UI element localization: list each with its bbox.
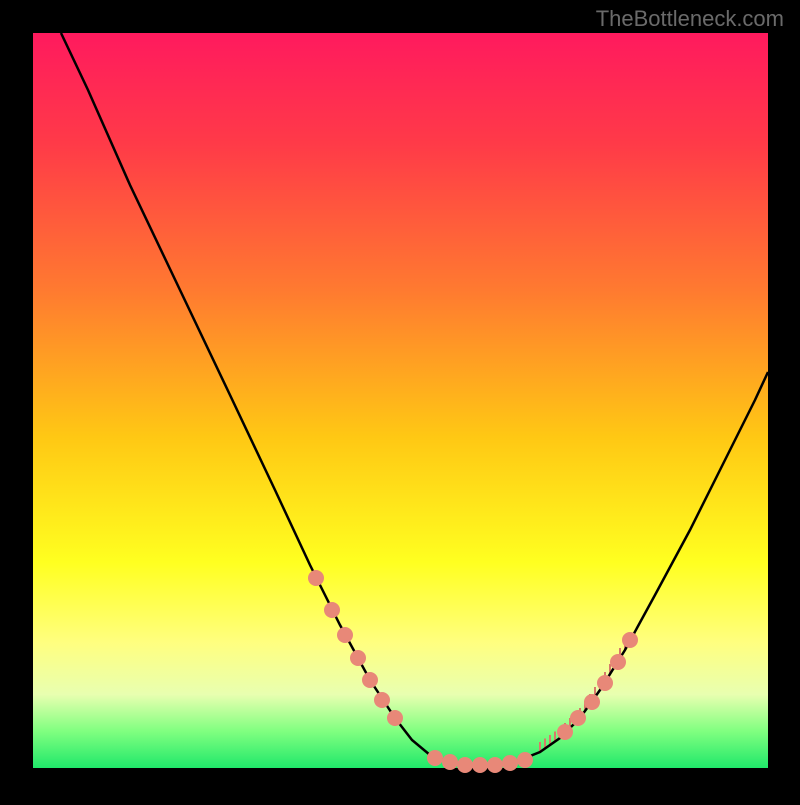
data-point <box>597 675 613 691</box>
data-point <box>502 755 518 771</box>
data-point <box>442 754 458 770</box>
watermark-text: TheBottleneck.com <box>596 6 784 32</box>
chart-svg <box>0 0 800 800</box>
data-point <box>362 672 378 688</box>
data-point <box>350 650 366 666</box>
data-point <box>557 724 573 740</box>
data-point <box>517 752 533 768</box>
data-point <box>374 692 390 708</box>
data-point <box>308 570 324 586</box>
data-point <box>570 710 586 726</box>
data-point <box>472 757 488 773</box>
data-point <box>324 602 340 618</box>
data-point <box>610 654 626 670</box>
data-point <box>584 694 600 710</box>
data-point <box>427 750 443 766</box>
data-point <box>487 757 503 773</box>
chart-container: TheBottleneck.com <box>0 0 800 800</box>
data-point <box>622 632 638 648</box>
data-point <box>387 710 403 726</box>
data-point <box>337 627 353 643</box>
data-point <box>457 757 473 773</box>
chart-plot-area <box>33 33 768 768</box>
